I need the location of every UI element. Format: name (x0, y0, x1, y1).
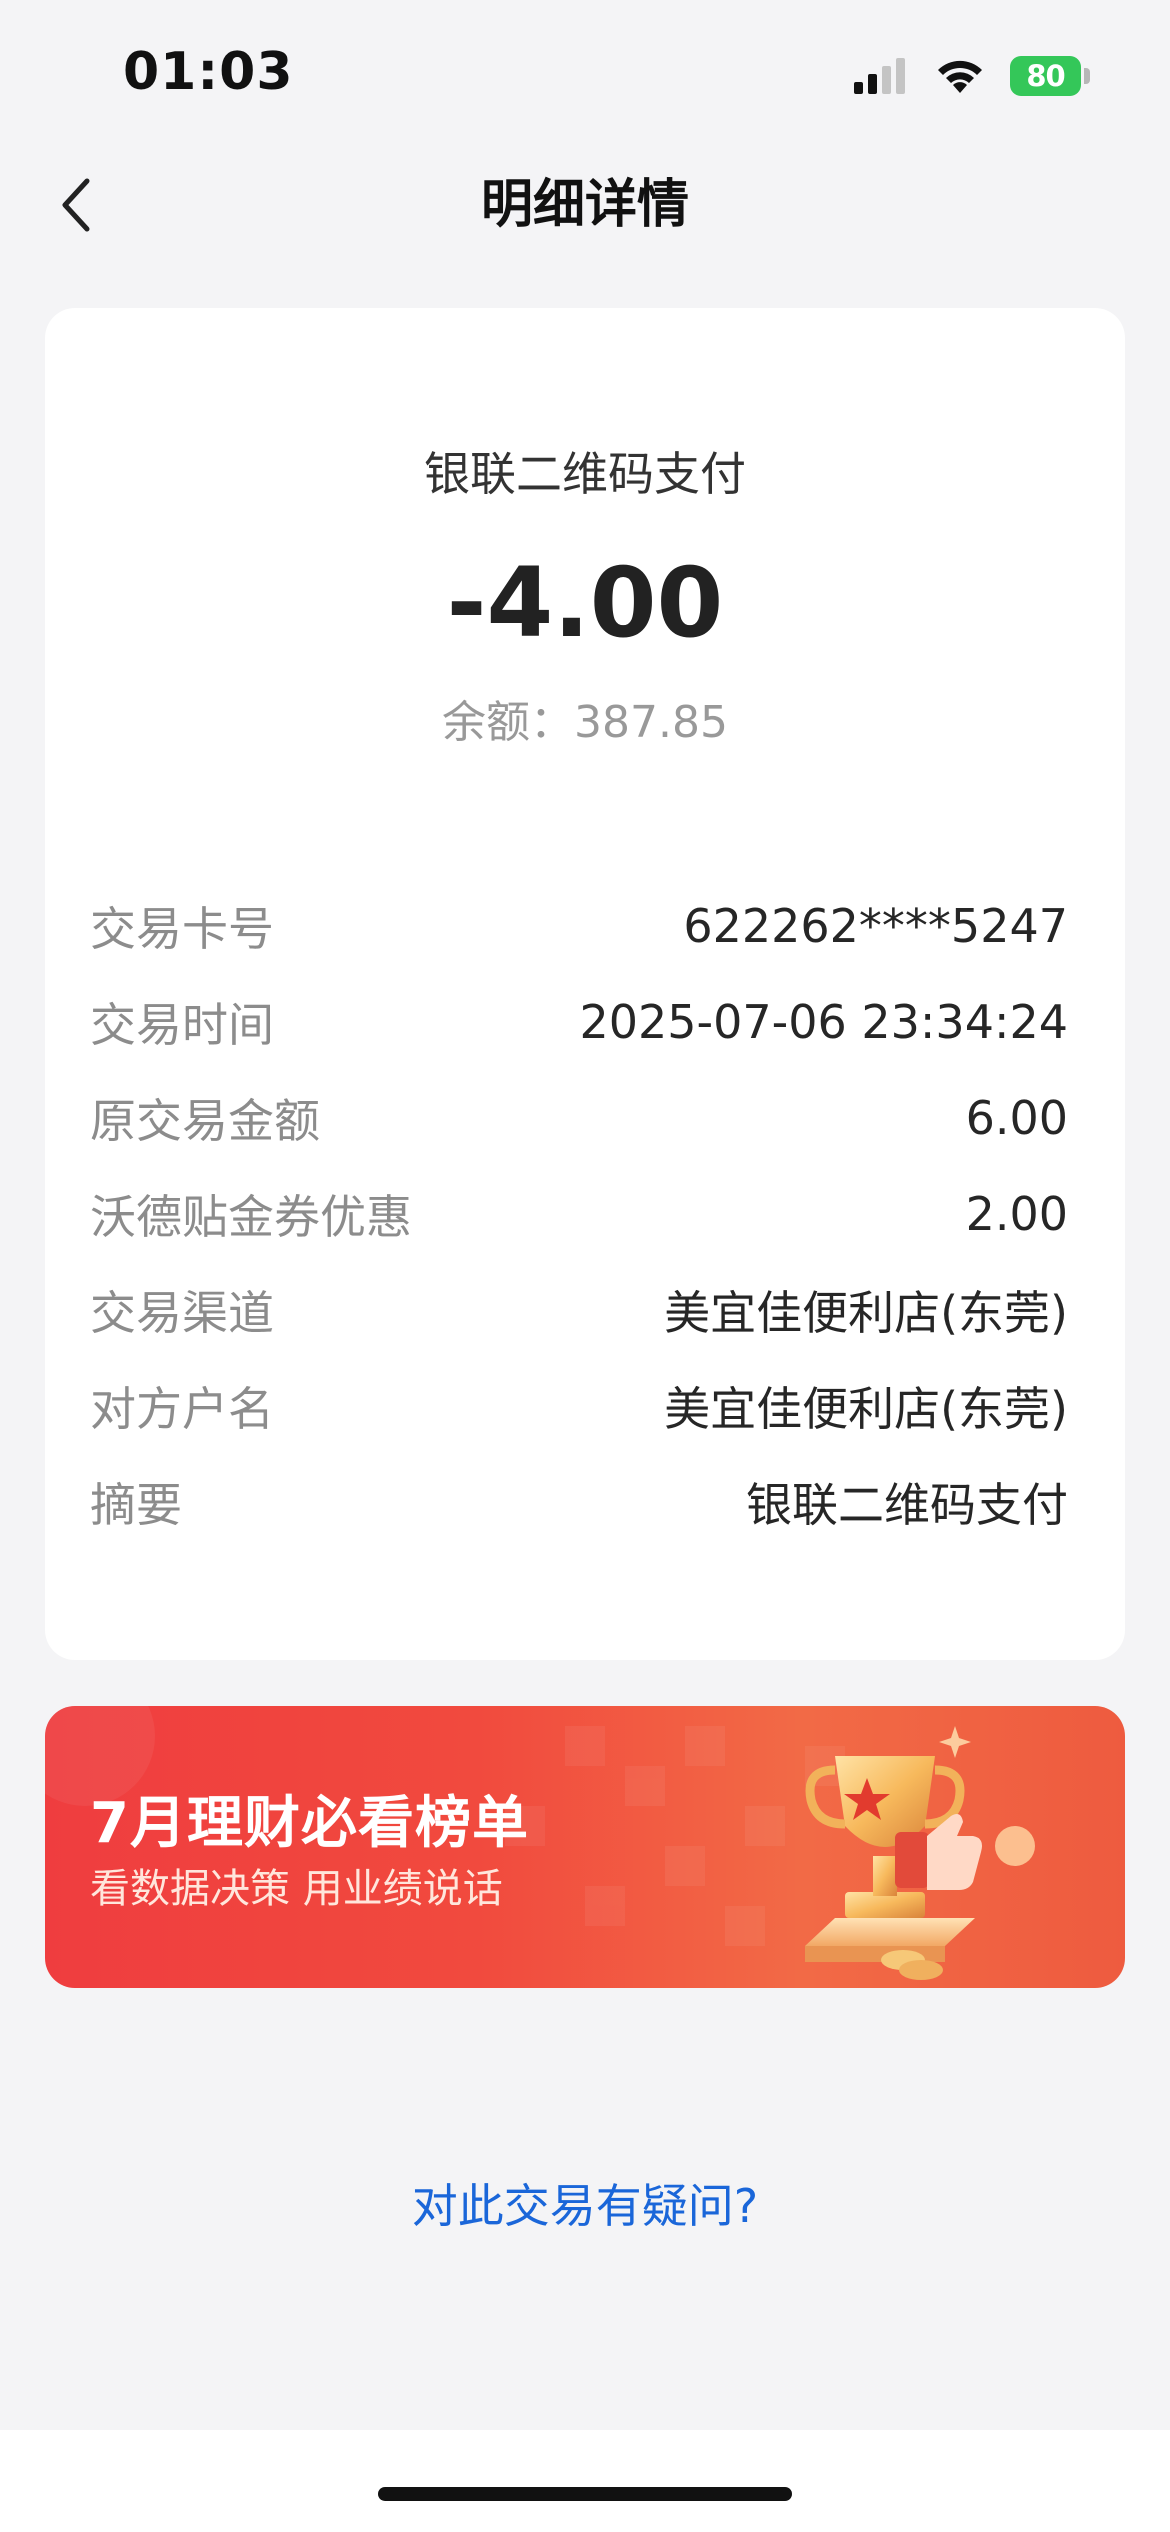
detail-value: 6.00 (965, 1091, 1068, 1145)
transaction-detail-card: 银联二维码支付 -4.00 余额：387.85 交易卡号 622262****5… (45, 308, 1125, 1660)
detail-value: 美宜佳便利店(东莞) (664, 1286, 1068, 1340)
detail-label: 原交易金额 (90, 1094, 320, 1148)
detail-row-card-number: 交易卡号 622262****5247 (90, 878, 1068, 974)
detail-label: 交易卡号 (90, 902, 274, 956)
transaction-type: 银联二维码支付 (424, 447, 746, 501)
nav-bar: 明细详情 (0, 150, 1170, 260)
detail-row-counterparty: 对方户名 美宜佳便利店(东莞) (90, 1358, 1068, 1454)
detail-row-channel: 交易渠道 美宜佳便利店(东莞) (90, 1262, 1068, 1358)
battery-indicator: 80 (1010, 56, 1090, 96)
banner-title: 7月理财必看榜单 (90, 1791, 529, 1856)
detail-list: 交易卡号 622262****5247 交易时间 2025-07-06 23:3… (90, 878, 1068, 1550)
transaction-amount: -4.00 (446, 547, 724, 659)
promo-banner[interactable]: 7月理财必看榜单 看数据决策 用业绩说话 (45, 1706, 1125, 1988)
transaction-question-link[interactable]: 对此交易有疑问? (0, 2170, 1170, 2236)
bottom-area (0, 2430, 1170, 2532)
page-title: 明细详情 (480, 175, 689, 235)
detail-label: 对方户名 (90, 1382, 274, 1436)
banner-subtitle: 看数据决策 用业绩说话 (90, 1866, 503, 1912)
status-icons: 80 (852, 50, 1090, 102)
status-bar: 01:03 80 (0, 0, 1170, 150)
trophy-icon (805, 1726, 1035, 1980)
status-time: 01:03 (123, 42, 294, 102)
detail-row-time: 交易时间 2025-07-06 23:34:24 (90, 974, 1068, 1070)
detail-label: 沃德贴金券优惠 (90, 1190, 412, 1244)
detail-row-coupon-discount: 沃德贴金券优惠 2.00 (90, 1166, 1068, 1262)
detail-value: 2025-07-06 23:34:24 (579, 995, 1068, 1049)
wifi-icon (938, 60, 982, 93)
cellular-signal-icon (854, 58, 905, 94)
detail-value: 美宜佳便利店(东莞) (664, 1382, 1068, 1436)
detail-row-original-amount: 原交易金额 6.00 (90, 1070, 1068, 1166)
battery-cap (1084, 68, 1090, 84)
account-balance: 余额：387.85 (442, 697, 728, 748)
battery-level: 80 (1010, 56, 1082, 96)
detail-value: 银联二维码支付 (746, 1478, 1068, 1532)
detail-value: 2.00 (965, 1187, 1068, 1241)
detail-label: 交易渠道 (90, 1286, 274, 1340)
detail-label: 摘要 (90, 1478, 182, 1532)
home-indicator[interactable] (378, 2487, 792, 2501)
detail-value: 622262****5247 (683, 899, 1068, 953)
detail-row-summary: 摘要 银联二维码支付 (90, 1454, 1068, 1550)
detail-label: 交易时间 (90, 998, 274, 1052)
